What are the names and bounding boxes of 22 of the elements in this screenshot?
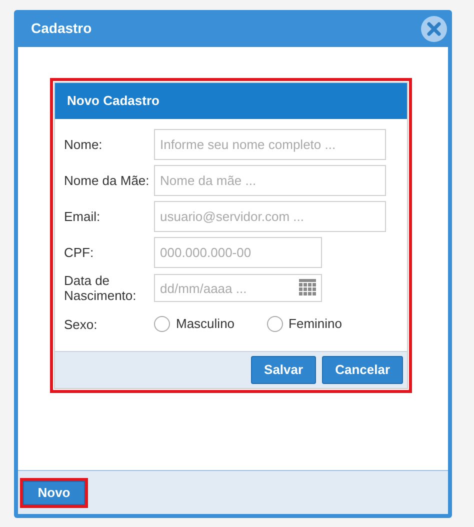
radio-option[interactable]: Masculino <box>154 314 235 334</box>
date-field[interactable]: dd/mm/aaaa ... <box>154 274 322 302</box>
field-label: Nome: <box>64 136 104 152</box>
action-button[interactable]: Cancelar <box>322 356 403 384</box>
calendar-icon[interactable] <box>298 279 318 297</box>
field-label: Sexo: <box>64 316 98 332</box>
field-label: Email: <box>64 208 102 224</box>
window-title: Cadastro <box>31 19 92 38</box>
field-label: CPF: <box>64 244 95 260</box>
new-button[interactable]: Novo <box>23 480 85 504</box>
field-label: Nome da Mãe: <box>64 172 150 188</box>
radio-button[interactable] <box>154 316 170 332</box>
radio-button[interactable] <box>266 316 283 332</box>
radio-option[interactable]: Feminino <box>266 314 342 334</box>
text-field[interactable]: Informe seu nome completo ... <box>154 128 386 160</box>
action-button[interactable]: Salvar <box>251 356 316 384</box>
text-field[interactable]: Nome da mãe ... <box>154 164 386 196</box>
text-field[interactable]: usuario@servidor.com ... <box>154 200 386 232</box>
close-icon[interactable] <box>421 16 447 42</box>
field-label: Data de Nascimento: <box>64 273 138 303</box>
panel-title: Novo Cadastro <box>55 83 407 119</box>
text-field[interactable]: 000.000.000-00 <box>154 236 322 268</box>
